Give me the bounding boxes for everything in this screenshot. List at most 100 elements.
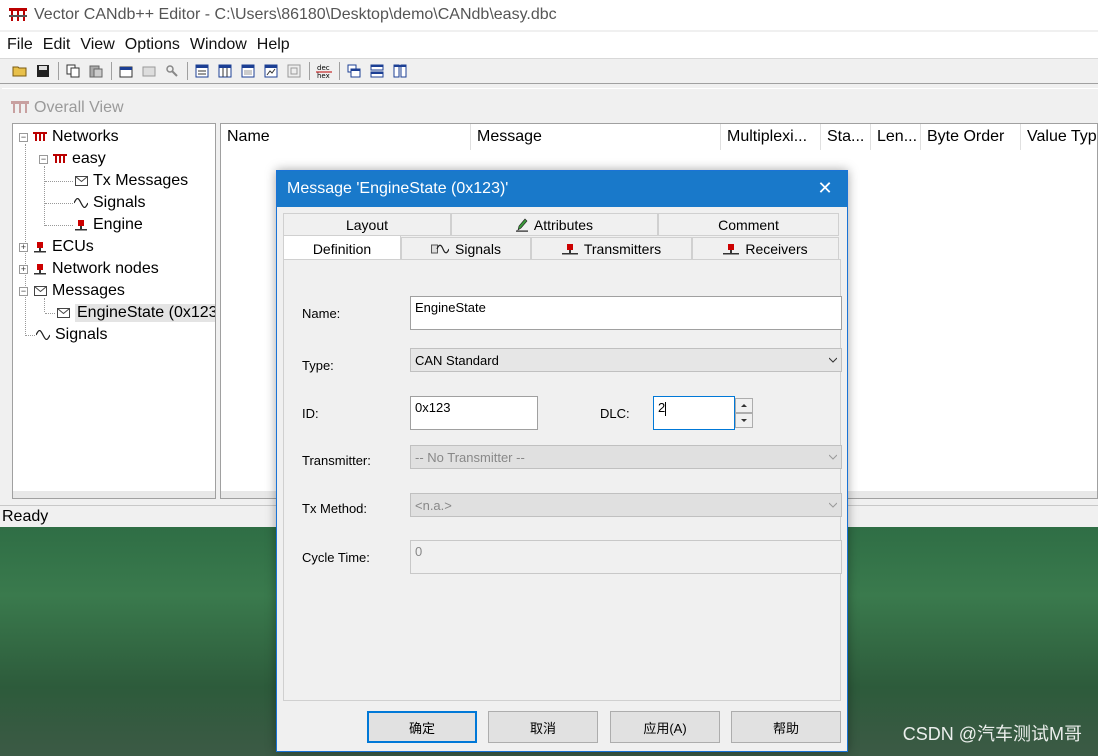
- overall-view-label: Overall View: [34, 99, 124, 116]
- view-5-icon[interactable]: [284, 61, 304, 81]
- tab-transmitters[interactable]: Transmitters: [531, 237, 692, 260]
- view-2-icon[interactable]: [215, 61, 235, 81]
- id-field[interactable]: 0x123: [410, 396, 538, 430]
- name-label: Name:: [302, 306, 341, 321]
- toolbar-separator: [339, 62, 340, 80]
- column-header-byte-order[interactable]: Byte Order: [921, 124, 1021, 150]
- networks-icon: [32, 130, 48, 144]
- ecu-node-icon: [73, 218, 89, 232]
- tab-receivers[interactable]: Receivers: [692, 237, 839, 260]
- tree-label-tx-messages: Tx Messages: [93, 172, 189, 189]
- tx-method-value: <n.a.>: [415, 497, 452, 513]
- find-icon[interactable]: [162, 61, 182, 81]
- view-3-icon[interactable]: [238, 61, 258, 81]
- tile-horizontal-icon[interactable]: [367, 61, 387, 81]
- tab-signals[interactable]: Signals: [401, 237, 531, 260]
- definition-tab-page: Name: EngineState Type: CAN Standard ID:…: [283, 259, 842, 701]
- help-button[interactable]: 帮助: [731, 711, 841, 743]
- ecu-icon: [32, 240, 48, 254]
- tree-node-easy[interactable]: − easy: [39, 148, 106, 170]
- tree-label-engine-state: EngineState (0x123): [75, 304, 215, 322]
- toolbar-separator: [58, 62, 59, 80]
- tree-node-tx-messages[interactable]: Tx Messages: [73, 170, 188, 192]
- cascade-icon[interactable]: [344, 61, 364, 81]
- tile-vertical-icon[interactable]: [390, 61, 410, 81]
- tab-comment[interactable]: Comment: [658, 213, 839, 236]
- column-header-startbit[interactable]: Sta...: [821, 124, 871, 150]
- tree-label-engine: Engine: [93, 216, 143, 233]
- collapse-icon[interactable]: −: [19, 132, 28, 142]
- chevron-down-icon: [829, 357, 837, 363]
- tree-node-network-nodes[interactable]: + Network nodes: [19, 258, 159, 280]
- dialog-titlebar: Message 'EngineState (0x123)': [277, 171, 847, 207]
- transmitter-select[interactable]: -- No Transmitter --: [410, 445, 842, 469]
- cancel-button-label: 取消: [529, 720, 556, 736]
- menu-help[interactable]: Help: [252, 36, 295, 54]
- dlc-spin-down-button[interactable]: [735, 413, 753, 428]
- apply-button[interactable]: 应用(A): [610, 711, 720, 743]
- paste-icon[interactable]: [86, 61, 106, 81]
- dlc-spin-up-button[interactable]: [735, 398, 753, 413]
- column-header-value-type[interactable]: Value Type: [1021, 124, 1097, 150]
- svg-text:dec: dec: [317, 64, 330, 72]
- collapse-icon[interactable]: −: [19, 286, 28, 296]
- tab-label-layout: Layout: [345, 216, 389, 233]
- overall-view-title: Overall View: [10, 97, 124, 119]
- column-header-length[interactable]: Len...: [871, 124, 921, 150]
- transmitter-value: -- No Transmitter --: [415, 449, 525, 465]
- menu-file[interactable]: File: [2, 36, 38, 54]
- ok-button[interactable]: 确定: [367, 711, 477, 743]
- tree-node-messages[interactable]: − Messages: [19, 280, 125, 302]
- tab-attributes[interactable]: Attributes: [451, 213, 658, 236]
- view-4-icon[interactable]: [261, 61, 281, 81]
- expand-icon[interactable]: +: [19, 242, 28, 252]
- dec-hex-icon[interactable]: dec hex: [314, 61, 334, 81]
- text-cursor: [665, 401, 667, 416]
- tree-horizontal-scrollbar[interactable]: [13, 491, 215, 498]
- tree-node-ecus[interactable]: + ECUs: [19, 236, 94, 258]
- properties-icon[interactable]: [116, 61, 136, 81]
- save-icon[interactable]: [33, 61, 53, 81]
- tree-node-signals[interactable]: Signals: [35, 324, 107, 346]
- cycle-time-field[interactable]: 0: [410, 540, 842, 574]
- window-titlebar: Vector CANdb++ Editor - C:\Users\86180\D…: [0, 0, 1098, 30]
- column-header-name[interactable]: Name: [221, 124, 471, 150]
- tree-node-signals-sub[interactable]: Signals: [73, 192, 145, 214]
- tab-layout[interactable]: Layout: [283, 213, 451, 236]
- tree-label-network-nodes: Network nodes: [52, 260, 159, 277]
- menu-view[interactable]: View: [75, 36, 119, 54]
- dlc-label: DLC:: [600, 406, 630, 421]
- tree-node-networks[interactable]: − Networks: [19, 126, 119, 148]
- open-icon[interactable]: [10, 61, 30, 81]
- new-item-icon[interactable]: [139, 61, 159, 81]
- menu-options[interactable]: Options: [120, 36, 185, 54]
- tree-connector: [25, 335, 35, 336]
- tree-node-engine[interactable]: Engine: [73, 214, 143, 236]
- tab-label-transmitters: Transmitters: [583, 240, 662, 257]
- tree-label-signals-sub: Signals: [93, 194, 146, 211]
- cycle-time-label: Cycle Time:: [302, 550, 370, 565]
- tx-method-select[interactable]: <n.a.>: [410, 493, 842, 517]
- close-icon[interactable]: ✕: [817, 179, 833, 197]
- signal-wave-icon: [35, 328, 51, 342]
- collapse-icon[interactable]: −: [39, 154, 48, 164]
- view-1-icon[interactable]: [192, 61, 212, 81]
- tree-label-signals: Signals: [55, 326, 108, 343]
- column-header-message[interactable]: Message: [471, 124, 721, 150]
- tab-definition[interactable]: Definition: [283, 235, 401, 261]
- tab-label-comment: Comment: [718, 216, 779, 233]
- expand-icon[interactable]: +: [19, 264, 28, 274]
- cancel-button[interactable]: 取消: [488, 711, 598, 743]
- copy-icon[interactable]: [63, 61, 83, 81]
- dlc-field[interactable]: 2: [653, 396, 735, 430]
- overall-view-icon: [11, 101, 29, 113]
- tree-node-engine-state[interactable]: EngineState (0x123): [55, 302, 215, 324]
- column-header-multiplexing[interactable]: Multiplexi...: [721, 124, 821, 150]
- help-button-label: 帮助: [772, 720, 799, 736]
- type-value: CAN Standard: [415, 352, 499, 368]
- id-label: ID:: [302, 406, 319, 421]
- menu-window[interactable]: Window: [185, 36, 252, 54]
- menu-edit[interactable]: Edit: [38, 36, 76, 54]
- type-select[interactable]: CAN Standard: [410, 348, 842, 372]
- name-field[interactable]: EngineState: [410, 296, 842, 330]
